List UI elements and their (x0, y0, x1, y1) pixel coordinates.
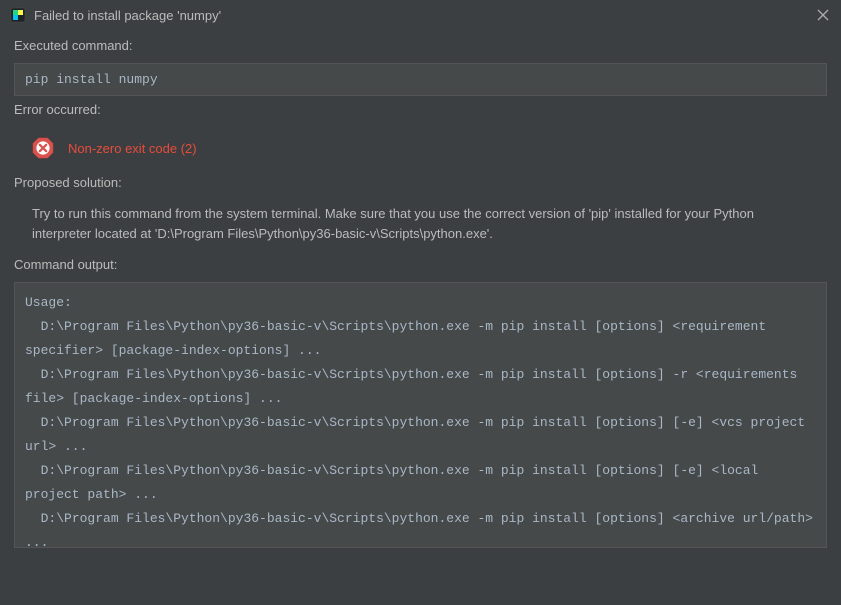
proposed-solution-text: Try to run this command from the system … (14, 200, 804, 251)
dialog-content: Executed command: pip install numpy Erro… (0, 38, 841, 562)
proposed-solution-label: Proposed solution: (14, 175, 827, 190)
error-message: Non-zero exit code (2) (68, 141, 197, 156)
command-output-box[interactable]: Usage: D:\Program Files\Python\py36-basi… (14, 282, 827, 548)
command-output-label: Command output: (14, 257, 827, 272)
executed-command-box[interactable]: pip install numpy (14, 63, 827, 96)
error-row: Non-zero exit code (2) (14, 127, 827, 169)
close-icon[interactable] (815, 7, 831, 23)
titlebar: Failed to install package 'numpy' (0, 0, 841, 32)
error-occurred-label: Error occurred: (14, 102, 827, 117)
dialog-title: Failed to install package 'numpy' (34, 8, 815, 23)
app-icon (10, 7, 26, 23)
error-icon (32, 137, 54, 159)
executed-command-label: Executed command: (14, 38, 827, 53)
